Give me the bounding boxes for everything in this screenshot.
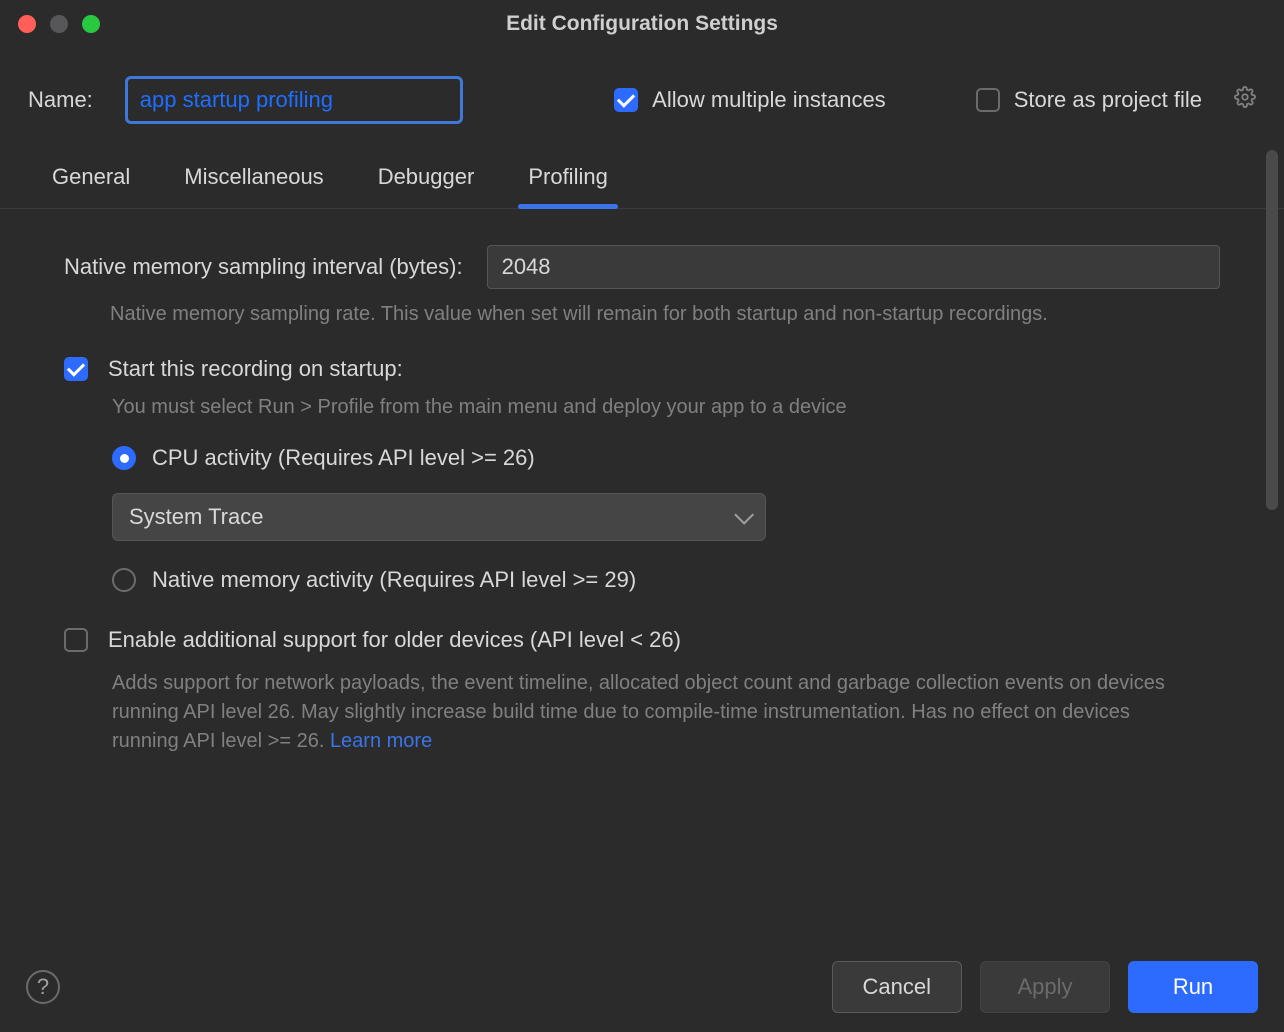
- name-row: Name: Allow multiple instances Store as …: [0, 48, 1284, 148]
- startup-checkbox[interactable]: [64, 357, 88, 381]
- footer: ? Cancel Apply Run: [0, 942, 1284, 1032]
- scrollbar[interactable]: [1266, 150, 1278, 510]
- gear-icon[interactable]: [1234, 86, 1256, 114]
- store-project-row[interactable]: Store as project file: [976, 87, 1202, 113]
- window-minimize-icon: [50, 15, 68, 33]
- interval-label: Native memory sampling interval (bytes):: [64, 254, 463, 280]
- older-devices-checkbox[interactable]: [64, 628, 88, 652]
- older-devices-desc: Adds support for network payloads, the e…: [112, 669, 1172, 756]
- learn-more-link[interactable]: Learn more: [330, 730, 432, 752]
- store-project-label: Store as project file: [1014, 87, 1202, 113]
- traffic-lights: [18, 15, 100, 33]
- name-input[interactable]: [125, 76, 463, 124]
- interval-input[interactable]: [487, 245, 1220, 289]
- profiling-content: Native memory sampling interval (bytes):…: [0, 209, 1284, 756]
- cancel-button[interactable]: Cancel: [832, 961, 962, 1013]
- startup-label: Start this recording on startup:: [108, 356, 403, 382]
- tabs: General Miscellaneous Debugger Profiling: [0, 148, 1284, 209]
- trace-select-value: System Trace: [129, 504, 263, 530]
- apply-button: Apply: [980, 961, 1110, 1013]
- radio-cpu[interactable]: [112, 446, 136, 470]
- radio-native[interactable]: [112, 568, 136, 592]
- radio-native-label: Native memory activity (Requires API lev…: [152, 567, 636, 593]
- titlebar: Edit Configuration Settings: [0, 0, 1284, 48]
- older-devices-desc-text: Adds support for network payloads, the e…: [112, 672, 1165, 752]
- trace-select[interactable]: System Trace: [112, 493, 766, 541]
- older-devices-row[interactable]: Enable additional support for older devi…: [64, 627, 1220, 653]
- tab-miscellaneous[interactable]: Miscellaneous: [178, 148, 329, 208]
- help-button[interactable]: ?: [26, 970, 60, 1004]
- name-label: Name:: [28, 87, 93, 113]
- window-title: Edit Configuration Settings: [0, 12, 1284, 36]
- chevron-down-icon: [734, 505, 754, 525]
- radio-native-row[interactable]: Native memory activity (Requires API lev…: [112, 567, 1220, 593]
- older-devices-label: Enable additional support for older devi…: [108, 627, 681, 653]
- tab-general[interactable]: General: [46, 148, 136, 208]
- interval-hint: Native memory sampling rate. This value …: [110, 303, 1220, 326]
- radio-cpu-row[interactable]: CPU activity (Requires API level >= 26): [112, 445, 1220, 471]
- tab-debugger[interactable]: Debugger: [372, 148, 481, 208]
- store-project-checkbox[interactable]: [976, 88, 1000, 112]
- tab-profiling[interactable]: Profiling: [522, 148, 613, 208]
- startup-hint: You must select Run > Profile from the m…: [112, 396, 1220, 419]
- allow-multiple-row[interactable]: Allow multiple instances: [614, 87, 886, 113]
- radio-cpu-label: CPU activity (Requires API level >= 26): [152, 445, 535, 471]
- interval-row: Native memory sampling interval (bytes):: [64, 245, 1220, 289]
- allow-multiple-label: Allow multiple instances: [652, 87, 886, 113]
- run-button[interactable]: Run: [1128, 961, 1258, 1013]
- window-close-icon[interactable]: [18, 15, 36, 33]
- window-zoom-icon[interactable]: [82, 15, 100, 33]
- allow-multiple-checkbox[interactable]: [614, 88, 638, 112]
- startup-row[interactable]: Start this recording on startup:: [64, 356, 1220, 382]
